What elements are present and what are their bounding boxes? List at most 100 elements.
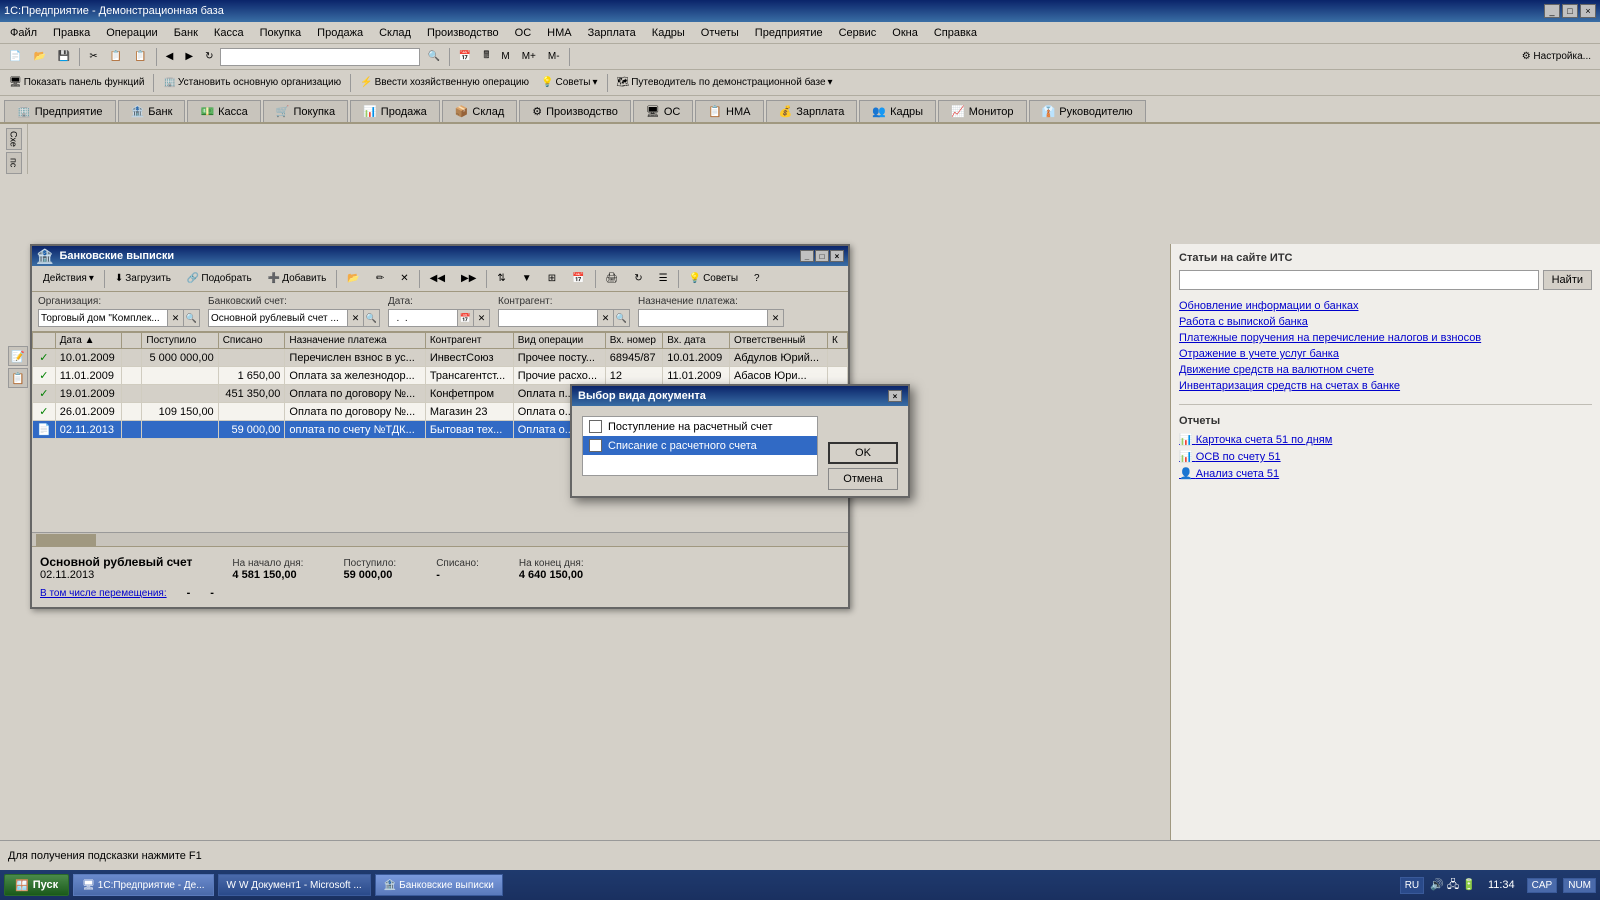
search-button[interactable]: 🔍 bbox=[422, 46, 444, 68]
its-link-5[interactable]: Движение средств на валютном счете bbox=[1179, 364, 1592, 376]
col-date[interactable]: Дата ▲ bbox=[55, 333, 122, 349]
close-button[interactable]: × bbox=[1580, 4, 1596, 18]
date-input[interactable] bbox=[388, 309, 458, 327]
bw-help[interactable]: ? bbox=[747, 268, 767, 290]
bw-nav-back[interactable]: ◀◀ bbox=[423, 268, 452, 290]
taskbar-item-2[interactable]: W W Документ1 - Microsoft ... bbox=[218, 874, 371, 896]
menu-nma[interactable]: НМА bbox=[539, 25, 579, 41]
col-indate[interactable]: Вх. дата bbox=[663, 333, 730, 349]
tab-warehouse[interactable]: 📦 Склад bbox=[442, 100, 518, 122]
bw-refresh[interactable]: ↻ bbox=[627, 268, 649, 290]
its-link-1[interactable]: Обновление информации о банках bbox=[1179, 300, 1592, 312]
start-button[interactable]: 🪟 Пуск bbox=[4, 874, 69, 896]
account-input[interactable] bbox=[208, 309, 348, 327]
tab-os[interactable]: 🖥 ОС bbox=[633, 100, 693, 122]
match-button[interactable]: 🔗 Подобрать bbox=[180, 268, 259, 290]
refresh-button[interactable]: ↻ bbox=[200, 46, 218, 68]
account-clear-btn[interactable]: ✕ bbox=[348, 309, 364, 327]
taskbar-item-1[interactable]: 🖥 1С:Предприятие - Де... bbox=[73, 874, 213, 896]
purpose-input[interactable] bbox=[638, 309, 768, 327]
col-responsible[interactable]: Ответственный bbox=[729, 333, 827, 349]
menu-hr[interactable]: Кадры bbox=[644, 25, 693, 41]
tab-bank[interactable]: 🏦 Банк bbox=[118, 100, 186, 122]
bw-edit[interactable]: ✏ bbox=[369, 268, 391, 290]
guide-button[interactable]: 🗺 Путеводитель по демонстрационной базе … bbox=[612, 72, 838, 94]
bw-delete[interactable]: ✕ bbox=[393, 268, 415, 290]
dialog-ok-button[interactable]: OK bbox=[828, 442, 898, 464]
left-panel-icon-1[interactable]: Схе bbox=[6, 128, 22, 150]
bank-win-close[interactable]: × bbox=[830, 250, 844, 262]
its-link-2[interactable]: Работа с выпиской банка bbox=[1179, 316, 1592, 328]
extra3[interactable]: M- bbox=[543, 46, 565, 68]
contractor-clear-btn[interactable]: ✕ bbox=[598, 309, 614, 327]
date-cal-btn[interactable]: 📅 bbox=[458, 309, 474, 327]
menu-help[interactable]: Справка bbox=[926, 25, 985, 41]
tab-nma[interactable]: 📋 НМА bbox=[695, 100, 763, 122]
menu-production[interactable]: Производство bbox=[419, 25, 507, 41]
dialog-item-2[interactable]: Списание с расчетного счета bbox=[583, 436, 817, 455]
bw-filter[interactable]: ▼ bbox=[515, 268, 539, 290]
add-button[interactable]: ➕ Добавить bbox=[261, 268, 334, 290]
side-icon-2[interactable]: 📋 bbox=[8, 368, 28, 388]
col-innum[interactable]: Вх. номер bbox=[605, 333, 662, 349]
bank-win-maximize[interactable]: □ bbox=[815, 250, 829, 262]
menu-windows[interactable]: Окна bbox=[884, 25, 926, 41]
settings-button-right[interactable]: ⚙ Настройка... bbox=[1517, 46, 1596, 68]
language-indicator[interactable]: RU bbox=[1400, 877, 1424, 894]
its-search-input[interactable] bbox=[1179, 270, 1539, 290]
tab-salary[interactable]: 💰 Зарплата bbox=[766, 100, 858, 122]
report-link-3[interactable]: 👤 Анализ счета 51 bbox=[1179, 467, 1592, 480]
calendar-button[interactable]: 📅 bbox=[454, 46, 476, 68]
open-button[interactable]: 📂 bbox=[28, 46, 50, 68]
col-purpose[interactable]: Назначение платежа bbox=[285, 333, 425, 349]
report-link-1[interactable]: 📊 Карточка счета 51 по дням bbox=[1179, 433, 1592, 446]
forward-button[interactable]: ▶ bbox=[180, 46, 198, 68]
horizontal-scrollbar[interactable] bbox=[32, 532, 848, 546]
dialog-item-1[interactable]: Поступление на расчетный счет bbox=[583, 417, 817, 436]
checkbox-2[interactable] bbox=[589, 439, 602, 452]
side-icon-1[interactable]: 📝 bbox=[8, 346, 28, 366]
bw-open[interactable]: 📂 bbox=[340, 268, 366, 290]
dialog-cancel-button[interactable]: Отмена bbox=[828, 468, 898, 490]
paste-button[interactable]: 📋 bbox=[129, 46, 151, 68]
tab-monitor[interactable]: 📈 Монитор bbox=[938, 100, 1026, 122]
show-panel-button[interactable]: 🖥 Показать панель функций bbox=[4, 72, 149, 94]
col-received[interactable]: Поступило bbox=[142, 333, 218, 349]
menu-cash[interactable]: Касса bbox=[206, 25, 252, 41]
bw-group[interactable]: ⊞ bbox=[541, 268, 563, 290]
col-written[interactable]: Списано bbox=[218, 333, 285, 349]
dialog-close-btn[interactable]: × bbox=[888, 390, 902, 402]
copy-button[interactable]: 📋 bbox=[105, 46, 127, 68]
org-search-btn[interactable]: 🔍 bbox=[184, 309, 200, 327]
menu-service[interactable]: Сервис bbox=[831, 25, 885, 41]
tab-purchase[interactable]: 🛒 Покупка bbox=[263, 100, 348, 122]
search-input-toolbar[interactable] bbox=[220, 48, 420, 66]
menu-salary[interactable]: Зарплата bbox=[580, 25, 644, 41]
extra2[interactable]: M+ bbox=[517, 46, 541, 68]
col-contractor[interactable]: Контрагент bbox=[425, 333, 513, 349]
calc-button[interactable]: 🖩 bbox=[478, 46, 494, 68]
menu-enterprise[interactable]: Предприятие bbox=[747, 25, 831, 41]
bw-print[interactable]: 🖨 bbox=[599, 268, 626, 290]
bw-period[interactable]: 📅 bbox=[565, 268, 591, 290]
back-button[interactable]: ◀ bbox=[161, 46, 179, 68]
enter-op-button[interactable]: ⚡ Ввести хозяйственную операцию bbox=[355, 72, 534, 94]
menu-reports[interactable]: Отчеты bbox=[693, 25, 747, 41]
tab-hr[interactable]: 👥 Кадры bbox=[859, 100, 936, 122]
cut-button[interactable]: ✂ bbox=[84, 46, 102, 68]
org-input[interactable] bbox=[38, 309, 168, 327]
menu-purchase[interactable]: Покупка bbox=[252, 25, 310, 41]
col-operation[interactable]: Вид операции bbox=[513, 333, 605, 349]
date-clear-btn[interactable]: ✕ bbox=[474, 309, 490, 327]
table-row[interactable]: ✓ 10.01.2009 5 000 000,00 Перечислен взн… bbox=[33, 349, 848, 367]
bw-tips[interactable]: 💡 Советы bbox=[682, 268, 745, 290]
report-link-2[interactable]: 📊 ОСВ по счету 51 bbox=[1179, 450, 1592, 463]
menu-warehouse[interactable]: Склад bbox=[371, 25, 419, 41]
save-button[interactable]: 💾 bbox=[53, 46, 75, 68]
maximize-button[interactable]: □ bbox=[1562, 4, 1578, 18]
tab-sales[interactable]: 📊 Продажа bbox=[350, 100, 440, 122]
its-link-3[interactable]: Платежные поручения на перечисление нало… bbox=[1179, 332, 1592, 344]
menu-sales[interactable]: Продажа bbox=[309, 25, 371, 41]
minimize-button[interactable]: _ bbox=[1544, 4, 1560, 18]
checkbox-1[interactable] bbox=[589, 420, 602, 433]
